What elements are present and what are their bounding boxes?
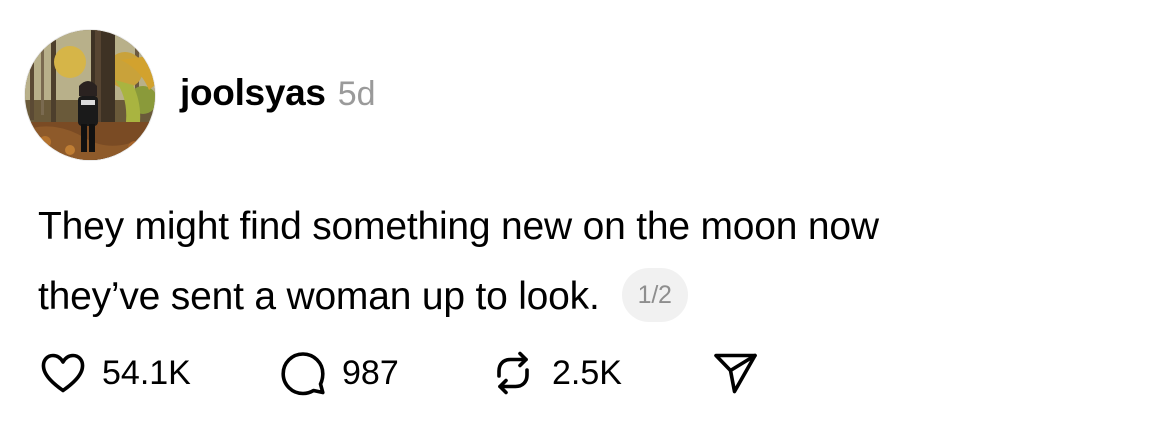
post-header: joolsyas 5d <box>180 72 376 114</box>
reply-count: 987 <box>342 353 399 392</box>
like-button[interactable]: 54.1K <box>37 347 277 399</box>
username[interactable]: joolsyas <box>180 72 326 114</box>
like-count: 54.1K <box>102 353 191 392</box>
share-button[interactable] <box>709 347 769 399</box>
avatar-photo <box>25 30 155 160</box>
post-text-line-2: they’ve sent a woman up to look. <box>38 275 600 318</box>
avatar[interactable] <box>25 30 155 160</box>
repost-button[interactable]: 2.5K <box>487 347 709 399</box>
post-timestamp: 5d <box>337 75 376 113</box>
speech-bubble-icon <box>277 347 329 399</box>
thread-post: joolsyas 5d They might find something ne… <box>0 0 1170 424</box>
post-text-line-1: They might find something new on the moo… <box>38 205 879 248</box>
post-text: They might find something new on the moo… <box>38 192 1118 332</box>
post-actions: 54.1K 987 2.5K <box>37 345 769 401</box>
repost-arrows-icon <box>487 347 539 399</box>
paper-plane-icon <box>709 347 761 399</box>
heart-icon <box>37 347 89 399</box>
reply-button[interactable]: 987 <box>277 347 487 399</box>
repost-count: 2.5K <box>552 353 622 392</box>
thread-page-indicator: 1/2 <box>621 267 688 322</box>
